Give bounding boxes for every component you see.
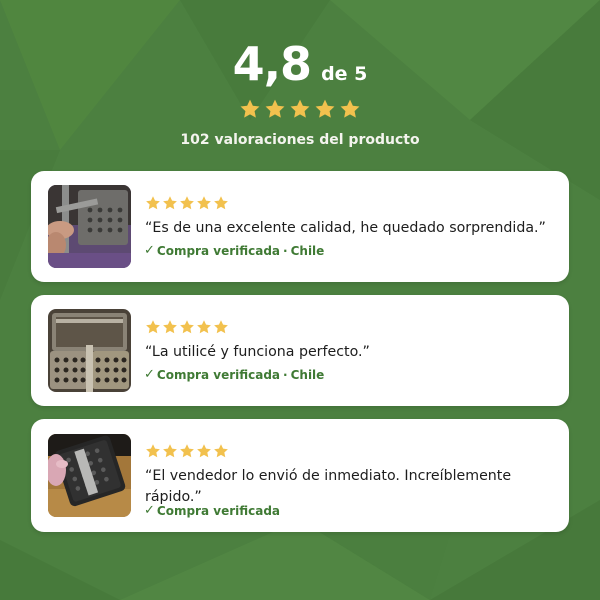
- star-icon: [163, 196, 177, 210]
- review-card: “Es de una excelente calidad, he quedado…: [31, 171, 569, 282]
- review-photo[interactable]: [48, 309, 131, 392]
- separator: ·: [283, 243, 288, 258]
- rating-scale: de 5: [321, 63, 368, 85]
- star-icon: [315, 99, 335, 118]
- star-icon: [197, 444, 211, 458]
- review-text: “La utilicé y funciona perfecto.”: [145, 344, 370, 360]
- review-stars: [145, 443, 229, 459]
- review-photo[interactable]: [48, 434, 131, 517]
- review-country: Chile: [290, 367, 325, 382]
- checkmark-icon: ✓: [144, 243, 155, 258]
- star-icon: [180, 320, 194, 334]
- star-icon: [214, 320, 228, 334]
- review-text: “Es de una excelente calidad, he quedado…: [145, 220, 546, 236]
- star-icon: [180, 444, 194, 458]
- verified-label: Compra verificada: [156, 503, 281, 518]
- checkmark-icon: ✓: [144, 367, 155, 382]
- star-icon: [197, 320, 211, 334]
- review-stars: [145, 195, 229, 211]
- verified-label: Compra verificada: [156, 367, 281, 382]
- star-icon: [146, 196, 160, 210]
- star-icon: [214, 444, 228, 458]
- review-photo[interactable]: [48, 185, 131, 268]
- review-count: 102 valoraciones del producto: [180, 132, 420, 148]
- review-stars: [145, 319, 229, 335]
- review-card: “El vendedor lo envió de inmediato. Incr…: [31, 419, 569, 532]
- star-icon: [265, 99, 285, 118]
- checkmark-icon: ✓: [144, 503, 155, 518]
- star-icon: [240, 99, 260, 118]
- star-icon: [163, 320, 177, 334]
- star-icon: [214, 196, 228, 210]
- rating-summary: 4,8 de 5 102 valoraciones del producto: [0, 0, 600, 165]
- review-text: “El vendedor lo envió de inmediato. Incr…: [145, 468, 512, 505]
- star-icon: [163, 444, 177, 458]
- rating-headline: 4,8 de 5: [0, 36, 600, 92]
- star-icon: [290, 99, 310, 118]
- star-icon: [180, 196, 194, 210]
- average-rating: 4,8: [232, 37, 312, 91]
- review-country: Chile: [290, 243, 325, 258]
- verified-label: Compra verificada: [156, 243, 281, 258]
- summary-stars: [0, 98, 600, 120]
- verified-purchase: ✓ Compra verificada · Chile: [144, 243, 324, 258]
- star-icon: [340, 99, 360, 118]
- review-card: “La utilicé y funciona perfecto.” ✓ Comp…: [31, 295, 569, 406]
- star-icon: [146, 444, 160, 458]
- star-icon: [197, 196, 211, 210]
- star-icon: [146, 320, 160, 334]
- verified-purchase: ✓ Compra verificada: [144, 503, 280, 518]
- verified-purchase: ✓ Compra verificada · Chile: [144, 367, 324, 382]
- separator: ·: [283, 367, 288, 382]
